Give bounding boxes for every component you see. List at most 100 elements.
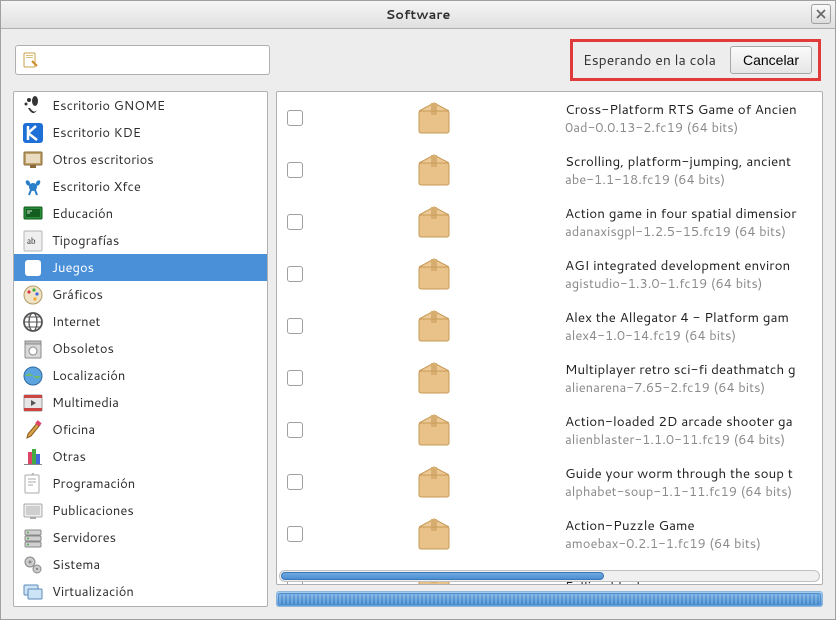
package-box-icon [415,411,453,449]
window-title: Software [386,6,451,24]
package-title: Action-Puzzle Game [565,516,822,535]
package-checkbox[interactable] [287,318,303,334]
sidebar-item-games[interactable]: Juegos [14,254,267,281]
package-checkbox[interactable] [287,526,303,542]
sidebar-item-obsolete[interactable]: Obsoletos [14,335,267,362]
package-subtitle: alienblaster-1.1.0-11.fc19 (64 bits) [565,431,822,449]
gnome-icon [22,95,44,117]
package-box-icon [415,151,453,189]
sidebar-item-label: Otras [52,448,86,466]
sidebar-item-label: Localización [52,367,125,385]
kde-icon [22,122,44,144]
titlebar: Software [1,1,835,29]
sidebar-item-label: Sistema [52,556,100,574]
sidebar-item-dev[interactable]: Programación [14,470,267,497]
package-row[interactable]: Multiplayer retro sci-fi deathmatch gali… [277,352,822,404]
sidebar-item-office[interactable]: Oficina [14,416,267,443]
package-text: Scrolling, platform-jumping, ancientabe-… [565,152,822,189]
package-row[interactable]: Alex the Allegator 4 - Platform gamalex4… [277,300,822,352]
scrollbar-thumb[interactable] [281,572,604,580]
package-row[interactable]: Action-Puzzle Gameamoebax-0.2.1-1.fc19 (… [277,508,822,560]
sidebar-item-virt[interactable]: Virtualización [14,578,267,605]
svg-text:ab: ab [27,236,36,246]
sidebar-item-fonts[interactable]: abTipografías [14,227,267,254]
queue-status: Esperando en la cola [579,50,720,70]
package-title: Action game in four spatial dimensior [565,204,822,223]
sidebar-item-graphics[interactable]: Gráficos [14,281,267,308]
package-checkbox[interactable] [287,214,303,230]
sidebar-item-system[interactable]: Sistema [14,551,267,578]
package-text: AGI integrated development environagistu… [565,256,822,293]
package-row[interactable]: AGI integrated development environagistu… [277,248,822,300]
package-checkbox[interactable] [287,110,303,126]
package-checkbox[interactable] [287,474,303,490]
sidebar-item-label: Servidores [52,529,116,547]
close-icon [816,9,826,19]
package-title: Alex the Allegator 4 - Platform gam [565,308,822,327]
games-icon [22,257,44,279]
sidebar-item-xfce[interactable]: Escritorio Xfce [14,173,267,200]
package-list[interactable]: Cross-Platform RTS Game of Ancien0ad-0.0… [276,91,823,585]
servers-icon [22,527,44,549]
sidebar-item-label: Gráficos [52,286,103,304]
sidebar-item-locale[interactable]: Localización [14,362,267,389]
package-checkbox[interactable] [287,266,303,282]
package-row[interactable]: Scrolling, platform-jumping, ancientabe-… [277,144,822,196]
education-icon [22,203,44,225]
internet-icon [22,311,44,333]
package-title: Cross-Platform RTS Game of Ancien [565,100,822,119]
sidebar-item-desktop[interactable]: Otros escritorios [14,146,267,173]
sidebar-item-servers[interactable]: Servidores [14,524,267,551]
sidebar-item-label: Juegos [52,259,94,277]
sidebar-item-label: Escritorio KDE [52,124,141,142]
sidebar-item-kde[interactable]: Escritorio KDE [14,119,267,146]
search-input[interactable] [15,45,270,75]
desktop-icon [22,149,44,171]
sidebar-item-label: Escritorio GNOME [52,97,165,115]
virt-icon [22,581,44,603]
sidebar-item-label: Virtualización [52,583,134,601]
dev-icon [22,473,44,495]
package-checkbox[interactable] [287,422,303,438]
multimedia-icon [22,392,44,414]
locale-icon [22,365,44,387]
sidebar-item-label: Educación [52,205,113,223]
package-subtitle: amoebax-0.2.1-1.fc19 (64 bits) [565,535,822,553]
package-row[interactable]: Action-loaded 2D arcade shooter gaalienb… [277,404,822,456]
package-checkbox[interactable] [287,370,303,386]
toolbar: Esperando en la cola Cancelar [1,29,835,91]
package-text: Action game in four spatial dimensiorada… [565,204,822,241]
package-row[interactable]: Action game in four spatial dimensiorada… [277,196,822,248]
package-text: Action-Puzzle Gameamoebax-0.2.1-1.fc19 (… [565,516,822,553]
package-row[interactable]: Cross-Platform RTS Game of Ancien0ad-0.0… [277,92,822,144]
package-text: Multiplayer retro sci-fi deathmatch gali… [565,360,822,397]
system-icon [22,554,44,576]
sidebar-item-label: Oficina [52,421,95,439]
package-title: Scrolling, platform-jumping, ancient [565,152,822,171]
sidebar-item-internet[interactable]: Internet [14,308,267,335]
package-box-icon [415,515,453,553]
sidebar-item-gnome[interactable]: Escritorio GNOME [14,92,267,119]
package-row[interactable]: Guide your worm through the soup talphab… [277,456,822,508]
sidebar-item-other[interactable]: Otras [14,443,267,470]
sidebar-item-pub[interactable]: Publicaciones [14,497,267,524]
package-box-icon [415,99,453,137]
sidebar-item-label: Otros escritorios [52,151,154,169]
category-sidebar[interactable]: Escritorio GNOME Escritorio KDE Otros escr… [13,91,268,607]
package-text: Guide your worm through the soup talphab… [565,464,822,501]
package-subtitle: adanaxisgpl-1.2.5-15.fc19 (64 bits) [565,223,822,241]
horizontal-scrollbar[interactable] [279,570,820,582]
sidebar-item-label: Multimedia [52,394,119,412]
package-box-icon [415,307,453,345]
sidebar-item-education[interactable]: Educación [14,200,267,227]
package-subtitle: alex4-1.0-14.fc19 (64 bits) [565,327,822,345]
progress-bar [276,591,823,607]
content-area: Escritorio GNOME Escritorio KDE Otros escr… [1,91,835,619]
package-subtitle: abe-1.1-18.fc19 (64 bits) [565,171,822,189]
sidebar-item-multimedia[interactable]: Multimedia [14,389,267,416]
cancel-button[interactable]: Cancelar [730,46,812,74]
package-subtitle: alienarena-7.65-2.fc19 (64 bits) [565,379,822,397]
package-checkbox[interactable] [287,162,303,178]
package-title: AGI integrated development environ [565,256,822,275]
close-button[interactable] [811,4,831,24]
